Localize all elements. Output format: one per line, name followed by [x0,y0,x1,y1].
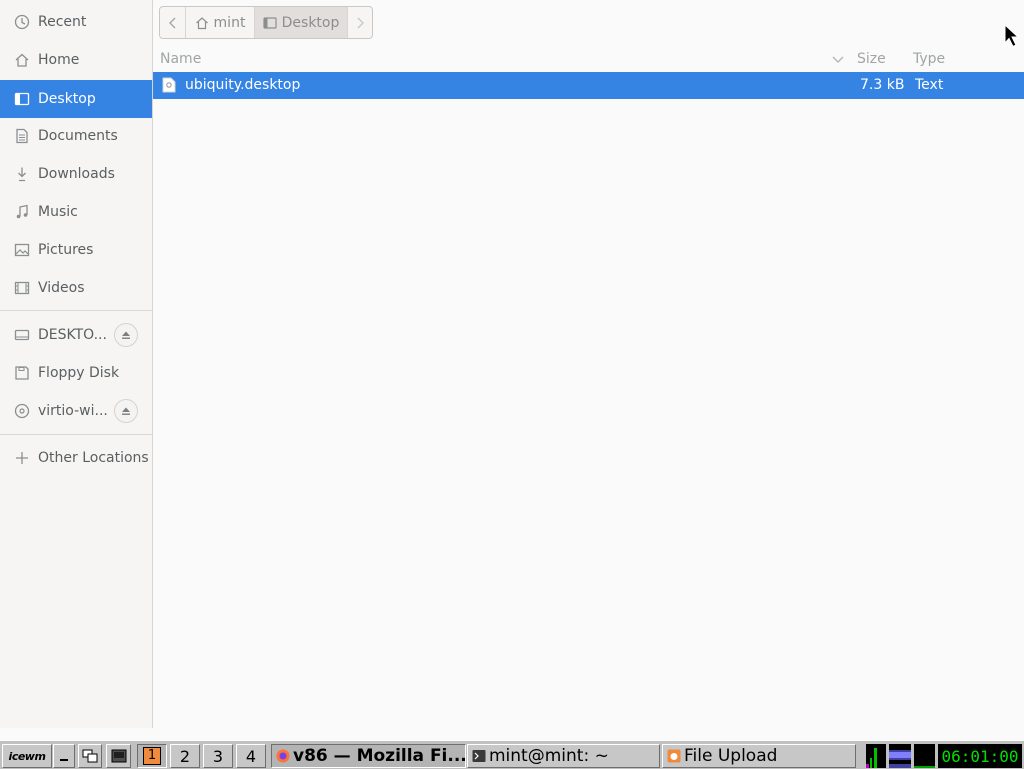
firefox-icon [276,749,290,763]
sidebar-item-downloads[interactable]: Downloads [0,155,152,193]
home-icon [195,16,208,29]
path-forward-button[interactable] [348,7,372,38]
sidebar-item-label: Other Locations [38,450,149,466]
file-size: 7.3 kB [860,77,905,93]
terminal-icon [472,750,486,762]
workspace-label: 1 [143,747,161,765]
sidebar-separator [0,310,152,311]
mouse-pointer-icon [1004,24,1020,48]
path-back-button[interactable] [160,7,186,38]
memory-monitor [914,744,935,768]
path-bar: mint Desktop [159,6,373,39]
cpu-monitor [866,744,886,768]
sidebar-device-floppy[interactable]: Floppy Disk [0,354,152,392]
home-icon [15,53,29,67]
download-icon [18,167,26,182]
optical-disc-icon [14,403,30,419]
sidebar-item-label: Downloads [38,166,115,182]
start-menu-button[interactable]: icewm [2,744,52,768]
file-name: ubiquity.desktop [185,77,301,93]
task-label: File Upload [684,746,778,766]
video-icon [14,281,30,295]
sidebar-item-label: Home [38,52,80,68]
document-icon [16,128,28,144]
show-desktop-button[interactable] [106,744,131,768]
task-firefox[interactable]: v86 — Mozilla Fi... [271,744,466,768]
window-list-button[interactable] [78,744,102,768]
sidebar-item-documents[interactable]: Documents [0,117,152,155]
path-home-label: mint [213,14,246,31]
desktop-icon [14,92,30,106]
sidebar-item-desktop[interactable]: Desktop [0,80,152,118]
sidebar-item-label: Pictures [38,242,94,258]
path-home-button[interactable]: mint [186,7,255,38]
eject-button[interactable] [114,323,138,347]
sidebar-separator [0,434,152,435]
sidebar-item-recent[interactable]: Recent [0,3,152,41]
sidebar-item-music[interactable]: Music [0,193,152,231]
terminal-launcher-icon [111,749,126,763]
chevron-right-icon [357,17,364,28]
music-icon [16,204,28,219]
eject-icon [122,407,130,415]
sidebar-item-label: Videos [38,280,85,296]
task-label: v86 — Mozilla Fi... [293,746,466,766]
column-header: Name Size Type [153,46,1024,72]
windows-icon [82,749,98,763]
column-type-header[interactable]: Type [913,51,945,67]
file-row[interactable]: ubiquity.desktop 7.3 kB Text [153,72,1024,99]
workspace-1-button[interactable]: 1 [137,744,167,768]
eject-icon [122,331,130,339]
file-type: Text [915,77,944,93]
sidebar-item-other-locations[interactable]: Other Locations [0,439,152,477]
task-label: mint@mint: ~ [489,746,609,766]
column-size-header[interactable]: Size [857,51,886,67]
workspace-2-button[interactable]: 2 [170,744,200,768]
sidebar-item-label: DESKTO... [38,327,107,343]
chevron-left-icon [168,17,175,28]
sidebar-device-virtio[interactable]: virtio-wi... [0,392,152,430]
picture-icon [14,243,30,257]
clock-icon [14,14,30,30]
desktop-icon [263,16,277,29]
text-file-icon [162,77,176,93]
cpu-graph-icon [866,748,877,768]
places-sidebar: Recent Home Desktop Documents Downloads … [0,0,153,728]
path-current-label: Desktop [281,14,340,31]
floppy-icon [15,366,29,380]
network-monitor [889,744,911,768]
file-upload-icon [667,749,681,763]
eject-button[interactable] [114,399,138,423]
sidebar-item-label: Floppy Disk [38,365,120,381]
sidebar-item-videos[interactable]: Videos [0,269,152,307]
memory-graph-icon [914,766,935,768]
sidebar-item-label: Recent [38,14,87,30]
sidebar-item-label: Desktop [38,91,96,107]
sidebar-item-pictures[interactable]: Pictures [0,231,152,269]
sidebar-item-label: virtio-wi... [38,403,108,419]
minimize-windows-button[interactable] [53,744,75,768]
workspace-label: 2 [179,746,191,766]
workspace-label: 3 [212,746,224,766]
sidebar-device-desktop-drive[interactable]: DESKTO... [0,316,152,354]
taskbar: icewm 1 2 3 4 v86 — Mozilla Fi... mint@m… [0,740,1024,769]
column-name-header[interactable]: Name [160,51,201,67]
task-terminal[interactable]: mint@mint: ~ [467,744,660,768]
network-graph-icon [889,744,911,764]
minimize-icon [60,759,68,761]
plus-icon [16,452,28,464]
workspace-3-button[interactable]: 3 [203,744,233,768]
path-desktop-button[interactable]: Desktop [255,7,348,38]
clock-time: 06:01:00 [941,746,1019,766]
sort-chevron-down-icon [832,56,844,63]
drive-icon [14,329,30,341]
clock[interactable]: 06:01:00 [938,744,1022,768]
start-menu-logo: icewm [8,749,46,763]
sidebar-item-home[interactable]: Home [0,41,152,79]
sidebar-item-label: Music [38,204,78,220]
workspace-4-button[interactable]: 4 [236,744,266,768]
sidebar-item-label: Documents [38,128,118,144]
workspace-label: 4 [245,746,257,766]
task-file-upload[interactable]: File Upload [662,744,856,768]
